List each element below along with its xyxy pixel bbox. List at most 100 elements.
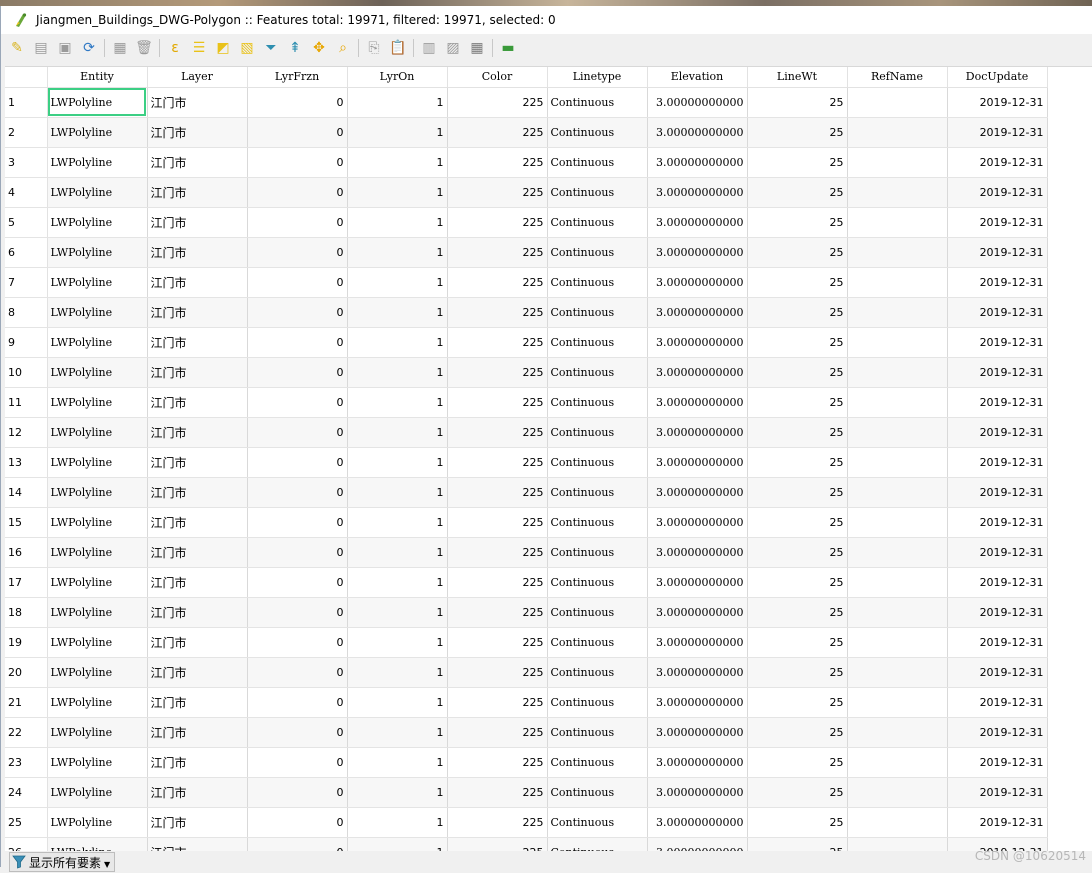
- cell-layer[interactable]: 江门市: [147, 747, 248, 778]
- cell-elevation[interactable]: 3.00000000000: [647, 627, 748, 658]
- cell-layer[interactable]: 江门市: [147, 327, 248, 358]
- cell-color[interactable]: 225: [447, 327, 548, 358]
- cell-layer[interactable]: 江门市: [147, 477, 248, 508]
- cell-lyron[interactable]: 1: [347, 297, 448, 328]
- cell-entity[interactable]: LWPolyline: [47, 507, 148, 538]
- cell-lyrfrzn[interactable]: 0: [247, 537, 348, 568]
- cell-lyron[interactable]: 1: [347, 627, 448, 658]
- cell-lyrfrzn[interactable]: 0: [247, 627, 348, 658]
- cell-linewt[interactable]: 25: [747, 567, 848, 598]
- table-row[interactable]: 2 LWPolyline 江门市 0 1 225 Continuous 3.000000000…: [5, 117, 1048, 148]
- cell-color[interactable]: 225: [447, 777, 548, 808]
- cell-refname[interactable]: [847, 717, 948, 748]
- cell-docupdate[interactable]: 2019-12-31: [947, 777, 1048, 808]
- row-number[interactable]: 2: [5, 117, 48, 148]
- cell-docupdate[interactable]: 2019-12-31: [947, 597, 1048, 628]
- cell-elevation[interactable]: 3.00000000000: [647, 477, 748, 508]
- cell-entity[interactable]: LWPolyline: [47, 87, 148, 118]
- column-header-lyrfrzn[interactable]: LyrFrzn: [247, 67, 348, 88]
- cell-entity[interactable]: LWPolyline: [47, 657, 148, 688]
- reload-icon[interactable]: ⟳: [79, 38, 99, 58]
- invert-selection-icon[interactable]: ◩: [213, 38, 233, 58]
- table-row[interactable]: 10 LWPolyline 江门市 0 1 225 Continuous 3.00000000…: [5, 357, 1048, 388]
- pan-to-selection-icon[interactable]: ✥: [309, 38, 329, 58]
- cell-linetype[interactable]: Continuous: [547, 357, 648, 388]
- table-row[interactable]: 11 LWPolyline 江门市 0 1 225 Continuous 3.00000000…: [5, 387, 1048, 418]
- table-row[interactable]: 1 LWPolyline 江门市 0 1 225 Continuous 3.000000000…: [5, 87, 1048, 118]
- cell-elevation[interactable]: 3.00000000000: [647, 147, 748, 178]
- table-row[interactable]: 25 LWPolyline 江门市 0 1 225 Continuous 3.00000000…: [5, 807, 1048, 838]
- cell-entity[interactable]: LWPolyline: [47, 117, 148, 148]
- cell-lyron[interactable]: 1: [347, 717, 448, 748]
- cell-color[interactable]: 225: [447, 147, 548, 178]
- cell-lyrfrzn[interactable]: 0: [247, 447, 348, 478]
- cell-entity[interactable]: LWPolyline: [47, 417, 148, 448]
- row-number[interactable]: 10: [5, 357, 48, 388]
- row-number[interactable]: 22: [5, 717, 48, 748]
- cell-linetype[interactable]: Continuous: [547, 627, 648, 658]
- cell-layer[interactable]: 江门市: [147, 387, 248, 418]
- cell-color[interactable]: 225: [447, 387, 548, 418]
- table-row[interactable]: 18 LWPolyline 江门市 0 1 225 Continuous 3.00000000…: [5, 597, 1048, 628]
- cell-linetype[interactable]: Continuous: [547, 687, 648, 718]
- cell-color[interactable]: 225: [447, 267, 548, 298]
- cell-linewt[interactable]: 25: [747, 207, 848, 238]
- cell-color[interactable]: 225: [447, 177, 548, 208]
- cell-layer[interactable]: 江门市: [147, 207, 248, 238]
- cell-refname[interactable]: [847, 447, 948, 478]
- cell-layer[interactable]: 江门市: [147, 807, 248, 838]
- cell-linewt[interactable]: 25: [747, 837, 848, 852]
- cell-entity[interactable]: LWPolyline: [47, 327, 148, 358]
- cell-lyrfrzn[interactable]: 0: [247, 147, 348, 178]
- show-all-features-button[interactable]: 显示所有要素 ▼: [9, 852, 116, 872]
- cell-layer[interactable]: 江门市: [147, 837, 248, 852]
- cell-linewt[interactable]: 25: [747, 267, 848, 298]
- cell-entity[interactable]: LWPolyline: [47, 627, 148, 658]
- cell-entity[interactable]: LWPolyline: [47, 147, 148, 178]
- select-by-expression-icon[interactable]: ε: [165, 38, 185, 58]
- cell-entity[interactable]: LWPolyline: [47, 687, 148, 718]
- cell-elevation[interactable]: 3.00000000000: [647, 807, 748, 838]
- column-header-color[interactable]: Color: [447, 67, 548, 88]
- cell-color[interactable]: 225: [447, 477, 548, 508]
- cell-entity[interactable]: LWPolyline: [47, 717, 148, 748]
- cell-entity[interactable]: LWPolyline: [47, 597, 148, 628]
- cell-refname[interactable]: [847, 237, 948, 268]
- cell-lyron[interactable]: 1: [347, 777, 448, 808]
- cell-lyrfrzn[interactable]: 0: [247, 387, 348, 418]
- cell-docupdate[interactable]: 2019-12-31: [947, 507, 1048, 538]
- copy-rows-icon[interactable]: ⎘: [364, 38, 384, 58]
- cell-linetype[interactable]: Continuous: [547, 657, 648, 688]
- cell-lyrfrzn[interactable]: 0: [247, 327, 348, 358]
- cell-linetype[interactable]: Continuous: [547, 327, 648, 358]
- cell-linewt[interactable]: 25: [747, 807, 848, 838]
- cell-lyron[interactable]: 1: [347, 237, 448, 268]
- cell-linetype[interactable]: Continuous: [547, 267, 648, 298]
- cell-lyron[interactable]: 1: [347, 807, 448, 838]
- cell-docupdate[interactable]: 2019-12-31: [947, 537, 1048, 568]
- cell-elevation[interactable]: 3.00000000000: [647, 267, 748, 298]
- cell-elevation[interactable]: 3.00000000000: [647, 597, 748, 628]
- cell-docupdate[interactable]: 2019-12-31: [947, 267, 1048, 298]
- cell-docupdate[interactable]: 2019-12-31: [947, 717, 1048, 748]
- column-header-docupdate[interactable]: DocUpdate: [947, 67, 1048, 88]
- cell-lyron[interactable]: 1: [347, 207, 448, 238]
- cell-layer[interactable]: 江门市: [147, 627, 248, 658]
- cell-elevation[interactable]: 3.00000000000: [647, 747, 748, 778]
- delete-feature-icon[interactable]: 🗑: [134, 38, 154, 58]
- field-calculator-icon[interactable]: ▦: [467, 38, 487, 58]
- cell-lyrfrzn[interactable]: 0: [247, 477, 348, 508]
- cell-lyron[interactable]: 1: [347, 687, 448, 718]
- filter-select-icon[interactable]: ⏷: [261, 38, 281, 58]
- cell-docupdate[interactable]: 2019-12-31: [947, 237, 1048, 268]
- row-number[interactable]: 11: [5, 387, 48, 418]
- cell-lyrfrzn[interactable]: 0: [247, 747, 348, 778]
- deselect-all-icon[interactable]: ▧: [237, 38, 257, 58]
- cell-layer[interactable]: 江门市: [147, 717, 248, 748]
- cell-docupdate[interactable]: 2019-12-31: [947, 657, 1048, 688]
- cell-color[interactable]: 225: [447, 537, 548, 568]
- cell-linetype[interactable]: Continuous: [547, 417, 648, 448]
- cell-refname[interactable]: [847, 417, 948, 448]
- cell-lyrfrzn[interactable]: 0: [247, 117, 348, 148]
- cell-docupdate[interactable]: 2019-12-31: [947, 627, 1048, 658]
